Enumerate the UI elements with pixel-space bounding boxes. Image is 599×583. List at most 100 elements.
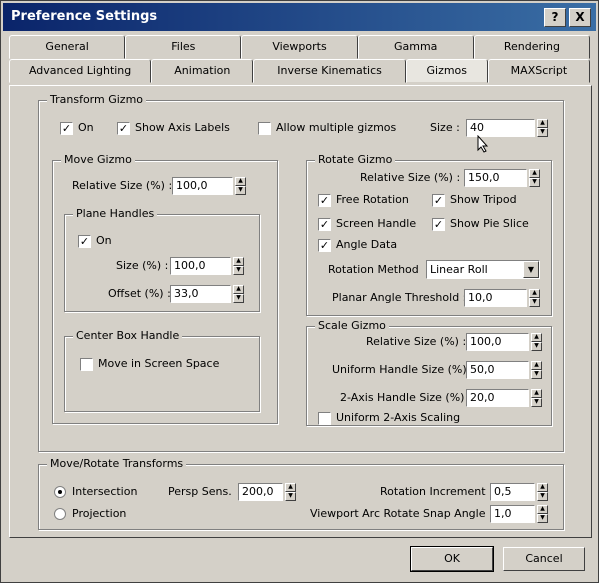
spinner-arrows-icon[interactable]: ▲ ▼ — [529, 169, 540, 187]
projection-label: Projection — [72, 507, 127, 520]
intersection-radio[interactable]: Intersection — [54, 484, 137, 500]
allow-multiple-gizmos-checkbox[interactable]: Allow multiple gizmos — [258, 120, 396, 136]
rotation-method-dropdown[interactable]: Linear Roll ▼ — [426, 260, 540, 279]
rotate-relative-size-field[interactable]: 150,0 — [464, 169, 527, 187]
transform-gizmo-label: Transform Gizmo — [47, 93, 147, 106]
spinner-arrows-icon[interactable]: ▲ ▼ — [233, 285, 244, 303]
viewport-arc-rotate-snap-angle-label: Viewport Arc Rotate Snap Angle — [310, 507, 486, 520]
move-in-screen-space-checkbox[interactable]: Move in Screen Space — [80, 356, 219, 372]
spinner-arrows-icon[interactable]: ▲ ▼ — [531, 333, 542, 351]
spinner-arrows-icon[interactable]: ▲ ▼ — [285, 483, 296, 501]
close-button[interactable]: X — [569, 8, 591, 27]
tab-viewports[interactable]: Viewports — [241, 35, 358, 59]
tab-advanced-lighting[interactable]: Advanced Lighting — [9, 59, 152, 83]
plane-handles-on-checkbox[interactable]: ✓ On — [78, 233, 112, 249]
move-rotate-transforms-label: Move/Rotate Transforms — [47, 457, 187, 470]
rotate-relative-size-spinner[interactable]: 150,0 ▲ ▼ — [464, 169, 540, 187]
rotation-increment-spinner[interactable]: 0,5 ▲ ▼ — [490, 483, 548, 501]
spinner-arrows-icon[interactable]: ▲ ▼ — [537, 119, 548, 137]
two-axis-handle-size-field[interactable]: 20,0 — [466, 389, 529, 407]
chevron-down-icon[interactable]: ▼ — [523, 261, 539, 278]
tab-animation[interactable]: Animation — [151, 59, 254, 83]
two-axis-handle-size-label: 2-Axis Handle Size (%) : — [340, 391, 472, 404]
check-icon: ✓ — [318, 238, 331, 252]
uniform-handle-size-spinner[interactable]: 50,0 ▲ ▼ — [466, 361, 542, 379]
rotate-gizmo-label: Rotate Gizmo — [315, 153, 396, 166]
spinner-arrows-icon[interactable]: ▲ ▼ — [531, 389, 542, 407]
plane-offset-field[interactable]: 33,0 — [170, 285, 231, 303]
show-axis-labels-checkbox[interactable]: ✓ Show Axis Labels — [117, 120, 230, 136]
cancel-button[interactable]: Cancel — [503, 547, 585, 571]
two-axis-handle-size-spinner[interactable]: 20,0 ▲ ▼ — [466, 389, 542, 407]
plane-handles-label: Plane Handles — [73, 207, 158, 220]
help-button[interactable]: ? — [544, 8, 566, 27]
transform-on-label: On — [78, 121, 94, 134]
window-title: Preference Settings — [11, 9, 158, 24]
planar-angle-threshold-label: Planar Angle Threshold : — [332, 291, 467, 304]
checkbox-empty-icon — [258, 121, 271, 135]
checkbox-empty-icon — [318, 411, 331, 425]
move-in-screen-space-label: Move in Screen Space — [98, 357, 220, 370]
tab-inverse-kinematics[interactable]: Inverse Kinematics — [253, 59, 406, 83]
move-gizmo-label: Move Gizmo — [61, 153, 135, 166]
spinner-arrows-icon[interactable]: ▲ ▼ — [537, 505, 548, 523]
check-icon: ✓ — [318, 217, 331, 231]
angle-data-checkbox[interactable]: ✓ Angle Data — [318, 237, 397, 253]
spinner-arrows-icon[interactable]: ▲ ▼ — [233, 257, 244, 275]
show-axis-labels-label: Show Axis Labels — [135, 121, 230, 134]
move-relative-size-spinner[interactable]: 100,0 ▲ ▼ — [172, 177, 246, 195]
spinner-arrows-icon[interactable]: ▲ ▼ — [531, 361, 542, 379]
spinner-arrows-icon[interactable]: ▲ ▼ — [529, 289, 540, 307]
radio-empty-icon — [54, 508, 66, 520]
persp-sens-label: Persp Sens. — [168, 485, 232, 498]
plane-handles-on-label: On — [96, 234, 112, 247]
show-pie-slice-checkbox[interactable]: ✓ Show Pie Slice — [432, 216, 529, 232]
mouse-pointer-icon — [477, 135, 489, 153]
projection-radio[interactable]: Projection — [54, 506, 126, 522]
tab-rendering[interactable]: Rendering — [473, 35, 591, 59]
viewport-arc-rotate-snap-angle-field[interactable]: 1,0 — [490, 505, 535, 523]
viewport-arc-rotate-snap-angle-spinner[interactable]: 1,0 ▲ ▼ — [490, 505, 548, 523]
uniform-2-axis-scaling-label: Uniform 2-Axis Scaling — [336, 411, 461, 424]
planar-angle-threshold-field[interactable]: 10,0 — [464, 289, 527, 307]
check-icon: ✓ — [318, 193, 331, 207]
plane-size-field[interactable]: 100,0 — [170, 257, 231, 275]
show-pie-slice-label: Show Pie Slice — [450, 217, 529, 230]
persp-sens-spinner[interactable]: 200,0 ▲ ▼ — [238, 483, 296, 501]
rotation-method-label: Rotation Method — [328, 263, 419, 276]
scale-relative-size-spinner[interactable]: 100,0 ▲ ▼ — [466, 333, 542, 351]
ok-button[interactable]: OK — [410, 546, 494, 572]
scale-relative-size-field[interactable]: 100,0 — [466, 333, 529, 351]
rotation-increment-label: Rotation Increment — [380, 485, 486, 498]
tab-gizmos[interactable]: Gizmos — [405, 59, 488, 83]
center-box-handle-label: Center Box Handle — [73, 329, 183, 342]
title-bar[interactable]: Preference Settings ? X — [3, 3, 596, 31]
planar-angle-threshold-spinner[interactable]: 10,0 ▲ ▼ — [464, 289, 540, 307]
spinner-arrows-icon[interactable]: ▲ ▼ — [235, 177, 246, 195]
plane-offset-label: Offset (%) : — [108, 287, 171, 300]
plane-offset-spinner[interactable]: 33,0 ▲ ▼ — [170, 285, 244, 303]
uniform-2-axis-scaling-checkbox[interactable]: Uniform 2-Axis Scaling — [318, 410, 460, 426]
persp-sens-field[interactable]: 200,0 — [238, 483, 283, 501]
uniform-handle-size-label: Uniform Handle Size (%) : — [332, 363, 474, 376]
tab-maxscript[interactable]: MAXScript — [487, 59, 590, 83]
transform-on-checkbox[interactable]: ✓ On — [60, 120, 94, 136]
plane-size-spinner[interactable]: 100,0 ▲ ▼ — [170, 257, 244, 275]
show-tripod-checkbox[interactable]: ✓ Show Tripod — [432, 192, 517, 208]
free-rotation-checkbox[interactable]: ✓ Free Rotation — [318, 192, 409, 208]
screen-handle-checkbox[interactable]: ✓ Screen Handle — [318, 216, 416, 232]
radio-selected-icon — [54, 486, 66, 498]
show-tripod-label: Show Tripod — [450, 193, 517, 206]
size-label: Size : — [430, 121, 460, 134]
tab-gamma[interactable]: Gamma — [357, 35, 474, 59]
rotation-increment-field[interactable]: 0,5 — [490, 483, 535, 501]
check-icon: ✓ — [117, 121, 130, 135]
plane-size-label: Size (%) : — [116, 259, 169, 272]
spinner-arrows-icon[interactable]: ▲ ▼ — [537, 483, 548, 501]
center-box-handle-group: Center Box Handle — [64, 329, 260, 412]
tab-files[interactable]: Files — [125, 35, 242, 59]
tab-general[interactable]: General — [9, 35, 126, 59]
uniform-handle-size-field[interactable]: 50,0 — [466, 361, 529, 379]
preference-settings-dialog: Preference Settings ? X General Files Vi… — [0, 0, 599, 583]
move-relative-size-field[interactable]: 100,0 — [172, 177, 233, 195]
